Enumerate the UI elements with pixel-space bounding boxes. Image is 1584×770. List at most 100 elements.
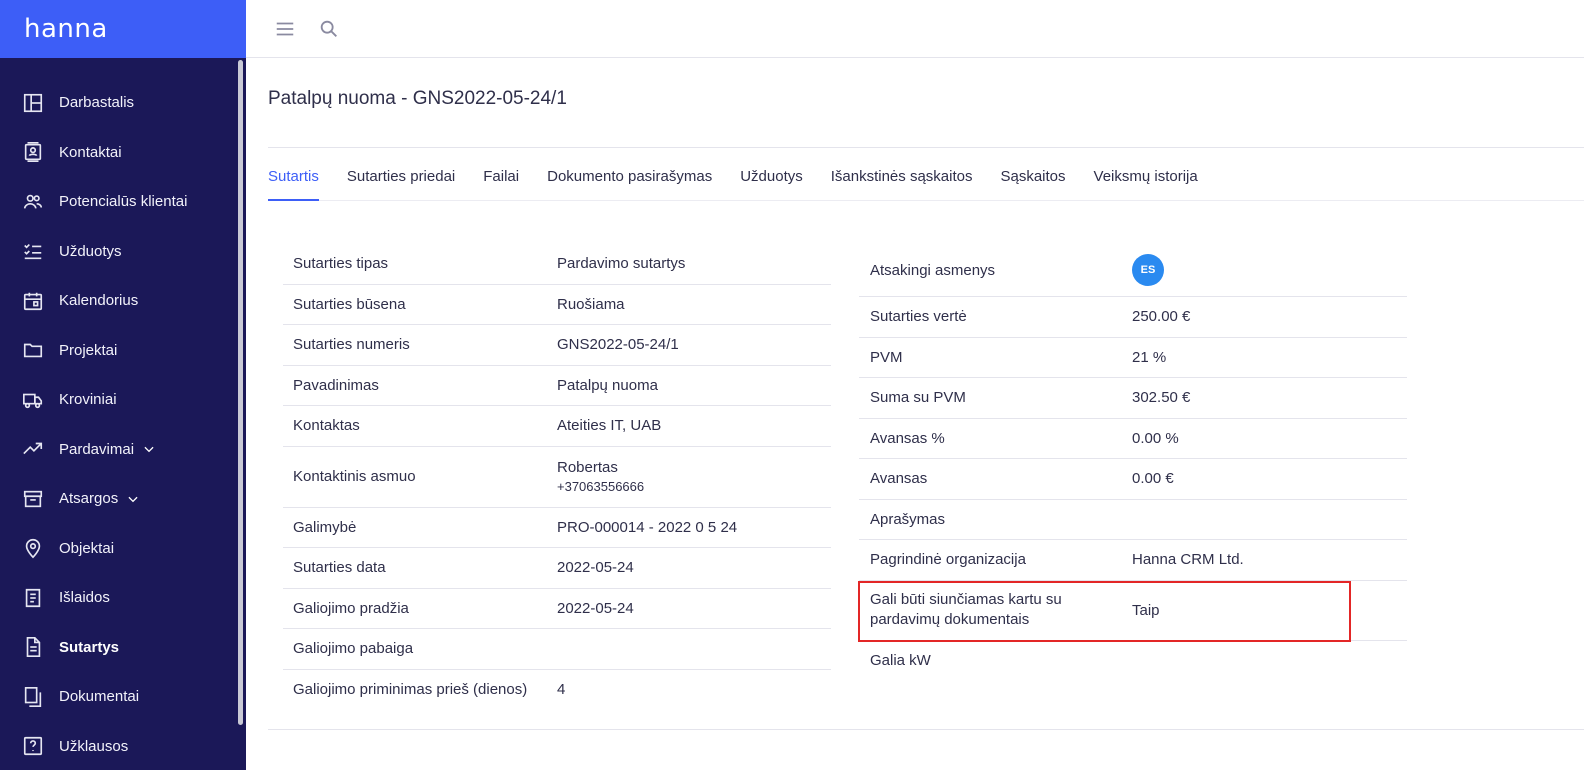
logo-bar: hanna bbox=[0, 0, 246, 58]
search-icon[interactable] bbox=[318, 18, 340, 40]
sidebar: hanna Darbastalis Kontaktai Potencialūs … bbox=[0, 0, 246, 770]
field-label: PVM bbox=[870, 348, 903, 366]
field-label: Sutarties data bbox=[293, 559, 386, 577]
chevron-down-icon[interactable] bbox=[126, 492, 140, 506]
tab-sutartis[interactable]: Sutartis bbox=[268, 168, 319, 201]
sidebar-item-label: Pardavimai bbox=[59, 440, 135, 458]
sidebar-nav: Darbastalis Kontaktai Potencialūs klient… bbox=[0, 58, 246, 770]
sidebar-item-label: Projektai bbox=[59, 341, 118, 359]
detail-row-advance-pct: Avansas % 0.00 % bbox=[859, 419, 1407, 459]
field-value: 21 % bbox=[1132, 348, 1167, 366]
sidebar-item-objektai[interactable]: Objektai bbox=[0, 524, 246, 574]
field-label: Galiojimo pabaiga bbox=[293, 640, 414, 658]
field-label: Sutarties numeris bbox=[293, 336, 410, 354]
field-label: Kontaktinis asmuo bbox=[293, 468, 416, 485]
contact-link[interactable]: Ateities IT, UAB bbox=[557, 417, 661, 434]
menu-icon[interactable] bbox=[274, 18, 296, 40]
detail-row-power: Galia kW bbox=[859, 641, 1407, 682]
field-value: 302.50 € bbox=[1132, 389, 1191, 407]
field-value: 0.00 % bbox=[1132, 429, 1179, 447]
field-label: Suma su PVM bbox=[870, 389, 966, 407]
sidebar-item-label: Dokumentai bbox=[59, 688, 140, 706]
detail-row-valid-from: Galiojimo pradžia 2022-05-24 bbox=[283, 589, 831, 629]
field-value: 4 bbox=[557, 681, 566, 699]
sidebar-item-kroviniai[interactable]: Kroviniai bbox=[0, 375, 246, 425]
sidebar-item-pardavimai[interactable]: Pardavimai bbox=[0, 425, 246, 475]
sidebar-item-sutartys[interactable]: Sutartys bbox=[0, 623, 246, 673]
field-label: Aprašymas bbox=[870, 510, 946, 528]
field-label: Galiojimo pradžia bbox=[293, 599, 409, 617]
sidebar-item-label: Užduotys bbox=[59, 242, 122, 260]
sidebar-item-projektai[interactable]: Projektai bbox=[0, 326, 246, 376]
field-label-line: pardavimų dokumentais bbox=[870, 611, 1030, 628]
field-value: 250.00 € bbox=[1132, 308, 1191, 326]
chevron-down-icon[interactable] bbox=[142, 442, 156, 456]
field-value: GNS2022-05-24/1 bbox=[557, 336, 679, 354]
sidebar-item-darbastalis[interactable]: Darbastalis bbox=[0, 78, 246, 128]
contact-person-phone: +37063556666 bbox=[557, 479, 645, 494]
sidebar-scrollbar[interactable] bbox=[238, 60, 243, 725]
contacts-icon bbox=[22, 141, 44, 163]
tab-isankstines-saskaitos[interactable]: Išankstinės sąskaitos bbox=[831, 168, 973, 201]
detail-row-description: Aprašymas bbox=[859, 500, 1407, 540]
sidebar-item-potencialus-klientai[interactable]: Potencialūs klientai bbox=[0, 177, 246, 227]
tab-uzduotys[interactable]: Užduotys bbox=[740, 168, 803, 201]
archive-icon bbox=[22, 488, 44, 510]
calendar-icon bbox=[22, 290, 44, 312]
folder-icon bbox=[22, 339, 44, 361]
sidebar-item-label: Atsargos bbox=[59, 490, 119, 508]
sidebar-item-dokumentai[interactable]: Dokumentai bbox=[0, 672, 246, 722]
sidebar-item-label: Išlaidos bbox=[59, 589, 110, 607]
detail-row-reminder: Galiojimo priminimas prieš (dienos) 4 bbox=[283, 670, 831, 711]
sidebar-item-kontaktai[interactable]: Kontaktai bbox=[0, 128, 246, 178]
sidebar-item-atsargos[interactable]: Atsargos bbox=[0, 474, 246, 524]
field-label: Atsakingi asmenys bbox=[870, 261, 996, 279]
sidebar-item-label: Kontaktai bbox=[59, 143, 122, 161]
sidebar-item-uzklausos[interactable]: Užklausos bbox=[0, 722, 246, 770]
detail-row-contact: Kontaktas Ateities IT, UAB bbox=[283, 406, 831, 447]
field-value: 2022-05-24 bbox=[557, 599, 634, 617]
tab-veiksmu-istorija[interactable]: Veiksmų istorija bbox=[1094, 168, 1198, 201]
field-label: Galimybė bbox=[293, 518, 357, 536]
logo[interactable]: hanna bbox=[24, 14, 108, 44]
sidebar-item-label: Potencialūs klientai bbox=[59, 193, 188, 211]
field-value: Pardavimo sutartys bbox=[557, 255, 686, 273]
field-value: Hanna CRM Ltd. bbox=[1132, 551, 1244, 569]
truck-icon bbox=[22, 389, 44, 411]
detail-row-contact-person: Kontaktinis asmuo Robertas +37063556666 bbox=[283, 447, 831, 508]
sidebar-item-label: Kalendorius bbox=[59, 292, 139, 310]
sidebar-item-label: Objektai bbox=[59, 539, 115, 557]
topbar bbox=[246, 0, 1584, 58]
contract-details-right: Atsakingi asmenys ES Sutarties vertė 250… bbox=[859, 244, 1407, 681]
dashboard-icon bbox=[22, 92, 44, 114]
sidebar-item-label: Užklausos bbox=[59, 737, 129, 755]
tab-dokumento-pasirasymas[interactable]: Dokumento pasirašymas bbox=[547, 168, 712, 201]
sidebar-item-label: Darbastalis bbox=[59, 94, 135, 112]
tabs: Sutartis Sutarties priedai Failai Dokume… bbox=[268, 168, 1584, 201]
detail-row-contract-type: Sutarties tipas Pardavimo sutartys bbox=[283, 244, 831, 285]
sidebar-item-uzduotys[interactable]: Užduotys bbox=[0, 227, 246, 277]
field-label: Kontaktas bbox=[293, 417, 360, 435]
detail-row-advance: Avansas 0.00 € bbox=[859, 459, 1407, 500]
opportunity-link[interactable]: PRO-000014 - 2022 0 5 24 bbox=[557, 519, 737, 536]
field-label: Galiojimo priminimas prieš (dienos) bbox=[293, 681, 528, 699]
page-title: Patalpų nuoma - GNS2022-05-24/1 bbox=[268, 88, 567, 109]
tab-failai[interactable]: Failai bbox=[483, 168, 519, 201]
tab-sutarties-priedai[interactable]: Sutarties priedai bbox=[347, 168, 455, 201]
field-label: Pagrindinė organizacija bbox=[870, 551, 1026, 569]
detail-row-value: Sutarties vertė 250.00 € bbox=[859, 297, 1407, 338]
main-content: Patalpų nuoma - GNS2022-05-24/1 Sutartis… bbox=[246, 58, 1584, 770]
avatar[interactable]: ES bbox=[1132, 254, 1164, 286]
detail-row-status: Sutarties būsena Ruošiama bbox=[283, 285, 831, 325]
sidebar-item-islaidos[interactable]: Išlaidos bbox=[0, 573, 246, 623]
detail-row-vat: PVM 21 % bbox=[859, 338, 1407, 378]
sidebar-item-label: Sutartys bbox=[59, 638, 120, 656]
tab-saskaitos[interactable]: Sąskaitos bbox=[1000, 168, 1065, 201]
detail-row-total: Suma su PVM 302.50 € bbox=[859, 378, 1407, 419]
location-pin-icon bbox=[22, 537, 44, 559]
sidebar-item-label: Kroviniai bbox=[59, 391, 117, 409]
detail-row-name: Pavadinimas Patalpų nuoma bbox=[283, 366, 831, 406]
sidebar-item-kalendorius[interactable]: Kalendorius bbox=[0, 276, 246, 326]
detail-row-number: Sutarties numeris GNS2022-05-24/1 bbox=[283, 325, 831, 366]
detail-row-date: Sutarties data 2022-05-24 bbox=[283, 548, 831, 589]
